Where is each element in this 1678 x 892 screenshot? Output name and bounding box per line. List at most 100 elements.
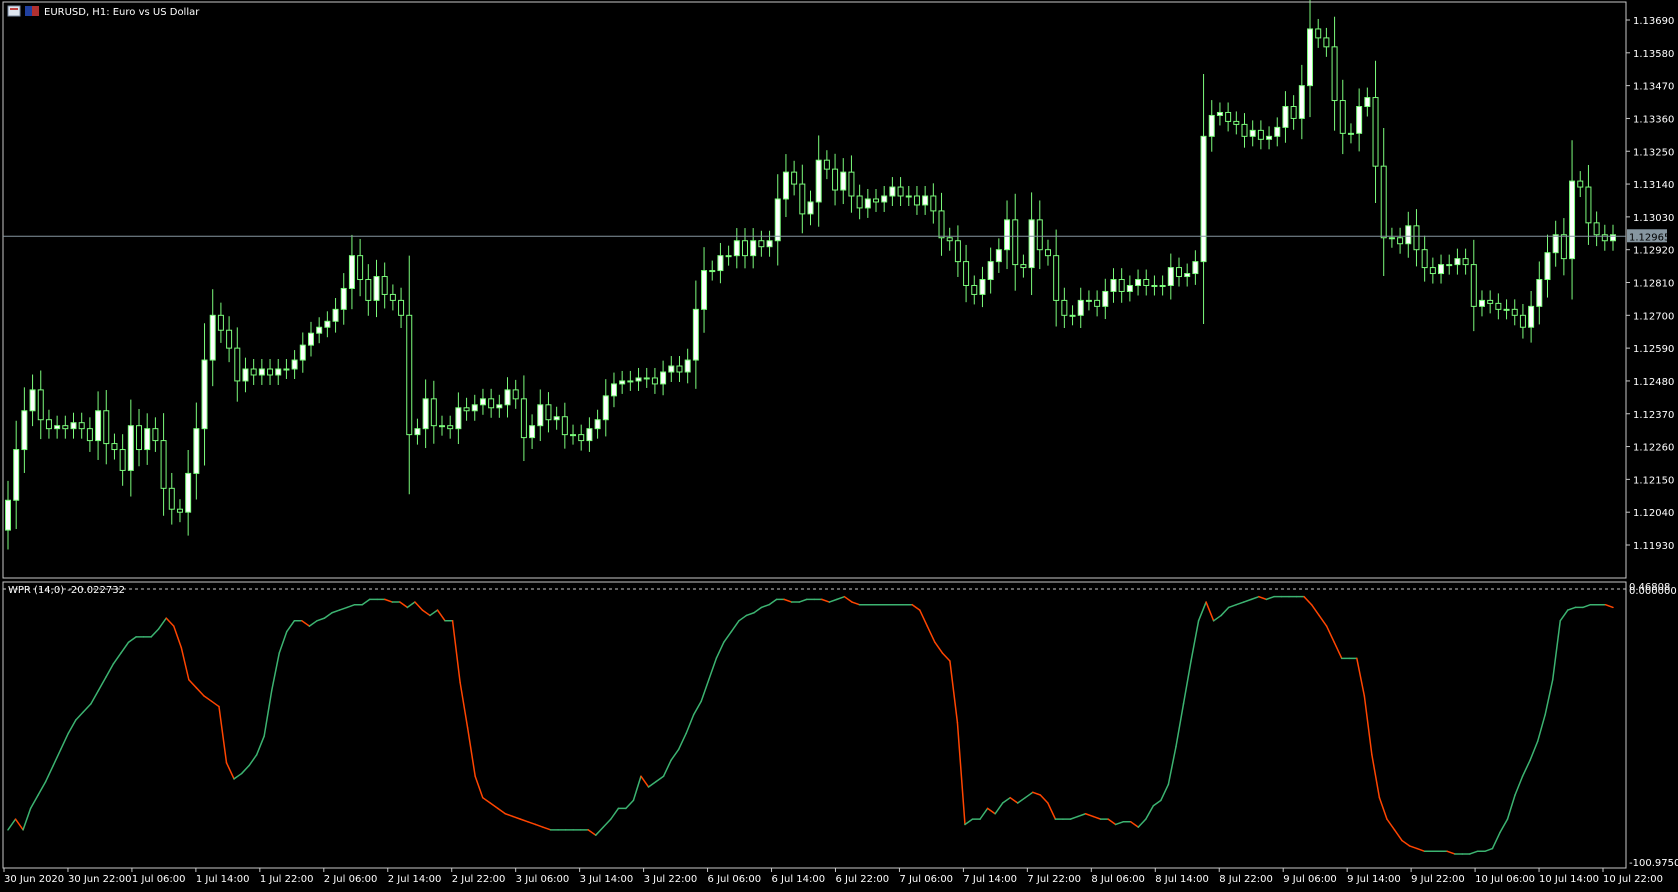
candle-body	[45, 419, 52, 430]
candle-body	[1249, 129, 1256, 137]
candle-body	[873, 198, 880, 203]
candle-body	[561, 416, 568, 436]
time-tick-label: 6 Jul 22:00	[835, 874, 889, 885]
candle-body	[1315, 28, 1322, 39]
candle-body	[1151, 284, 1158, 287]
candle-body	[209, 314, 216, 361]
candle-body	[1274, 126, 1281, 137]
candle-body	[840, 171, 847, 191]
candle-body	[668, 365, 675, 373]
time-tick-label: 30 Jun 2020	[4, 874, 64, 885]
candle-body	[1143, 279, 1150, 286]
candle-body	[1405, 225, 1412, 245]
candle-body	[357, 255, 364, 281]
candle-body	[1184, 273, 1191, 278]
candle-body	[381, 276, 388, 295]
price-tick-label: 1.13250	[1633, 147, 1674, 158]
candle-body	[881, 195, 888, 203]
candle-body	[1192, 261, 1199, 275]
candle-body	[1495, 302, 1502, 310]
candle-body	[512, 389, 519, 400]
candle-body	[316, 326, 323, 334]
price-tick-label: 1.13470	[1633, 82, 1674, 93]
candle-body	[160, 440, 167, 489]
candle-body	[913, 195, 920, 206]
candle-body	[987, 261, 994, 281]
price-tick-label: 1.13030	[1633, 213, 1674, 224]
candle-body	[152, 428, 159, 442]
trading-chart-window[interactable]: EURUSD, H1: Euro vs US Dollar WPR (14,0)…	[0, 0, 1678, 888]
candle-body	[1544, 252, 1551, 281]
candle-body	[1028, 219, 1035, 269]
time-tick-label: 2 Jul 14:00	[388, 874, 442, 885]
chart-canvas[interactable]: EURUSD, H1: Euro vs US Dollar WPR (14,0)…	[0, 0, 1678, 888]
candle-body	[782, 171, 789, 200]
wpr-header: WPR (14,0) -20.022732	[8, 585, 125, 596]
candle-body	[103, 410, 110, 445]
candle-body	[185, 472, 192, 513]
candle-body	[1610, 234, 1616, 242]
candle-body	[1036, 219, 1043, 251]
candle-body	[127, 425, 134, 471]
candle-body	[1380, 165, 1387, 239]
candle-body	[1478, 299, 1485, 307]
price-tick-label: 1.12810	[1633, 279, 1674, 290]
candle-body	[365, 279, 372, 301]
candle-body	[1200, 135, 1207, 263]
candle-body	[684, 359, 691, 373]
time-tick-label: 7 Jul 06:00	[899, 874, 953, 885]
candle-body	[373, 276, 380, 301]
candle-body	[13, 449, 20, 501]
candle-body	[1470, 264, 1477, 307]
candle-body	[1552, 234, 1559, 254]
candle-body	[570, 434, 577, 437]
candle-body	[299, 344, 306, 361]
candle-body	[479, 398, 486, 406]
candle-body	[709, 270, 716, 273]
time-tick-label: 1 Jul 14:00	[196, 874, 250, 885]
candle-body	[619, 380, 626, 385]
candle-body	[332, 308, 339, 322]
candle-body	[610, 383, 617, 397]
time-tick-label: 7 Jul 22:00	[1027, 874, 1081, 885]
chart-title: EURUSD, H1: Euro vs US Dollar	[44, 7, 200, 18]
candle-body	[643, 377, 650, 380]
candle-body	[275, 368, 282, 376]
time-tick-label: 2 Jul 06:00	[324, 874, 378, 885]
candle-body	[627, 380, 634, 383]
candle-body	[848, 171, 855, 197]
candle-body	[455, 407, 462, 430]
time-tick-label: 3 Jul 06:00	[516, 874, 570, 885]
candle-body	[1307, 28, 1314, 87]
time-tick-label: 9 Jul 14:00	[1347, 874, 1401, 885]
candle-body	[234, 347, 241, 382]
candle-body	[258, 368, 265, 376]
time-tick-label: 2 Jul 22:00	[452, 874, 506, 885]
candle-body	[995, 249, 1002, 263]
candle-body	[537, 404, 544, 427]
candle-body	[1397, 237, 1404, 245]
candle-body	[86, 428, 93, 442]
candle-body	[520, 398, 527, 439]
candle-body	[1044, 249, 1051, 257]
candle-body	[1126, 284, 1133, 292]
candle-body	[791, 171, 798, 185]
candle-body	[1102, 290, 1109, 307]
candle-body	[496, 404, 503, 409]
candle-body	[307, 332, 314, 346]
time-tick-label: 30 Jun 22:00	[68, 874, 132, 885]
candle-body	[832, 168, 839, 191]
candle-body	[488, 398, 495, 409]
candle-body	[979, 279, 986, 295]
time-tick-label: 6 Jul 06:00	[708, 874, 762, 885]
candle-body	[398, 299, 405, 316]
wpr-top-label: 0.000000	[1629, 586, 1677, 597]
candle-body	[1135, 279, 1142, 286]
wpr-bottom-label: -100.97504	[1629, 858, 1678, 869]
candle-body	[193, 428, 200, 474]
candle-body	[21, 410, 28, 451]
time-tick-label: 10 Jul 22:00	[1603, 874, 1663, 885]
candle-body	[447, 425, 454, 430]
candle-body	[815, 159, 822, 203]
candle-body	[1421, 249, 1428, 269]
